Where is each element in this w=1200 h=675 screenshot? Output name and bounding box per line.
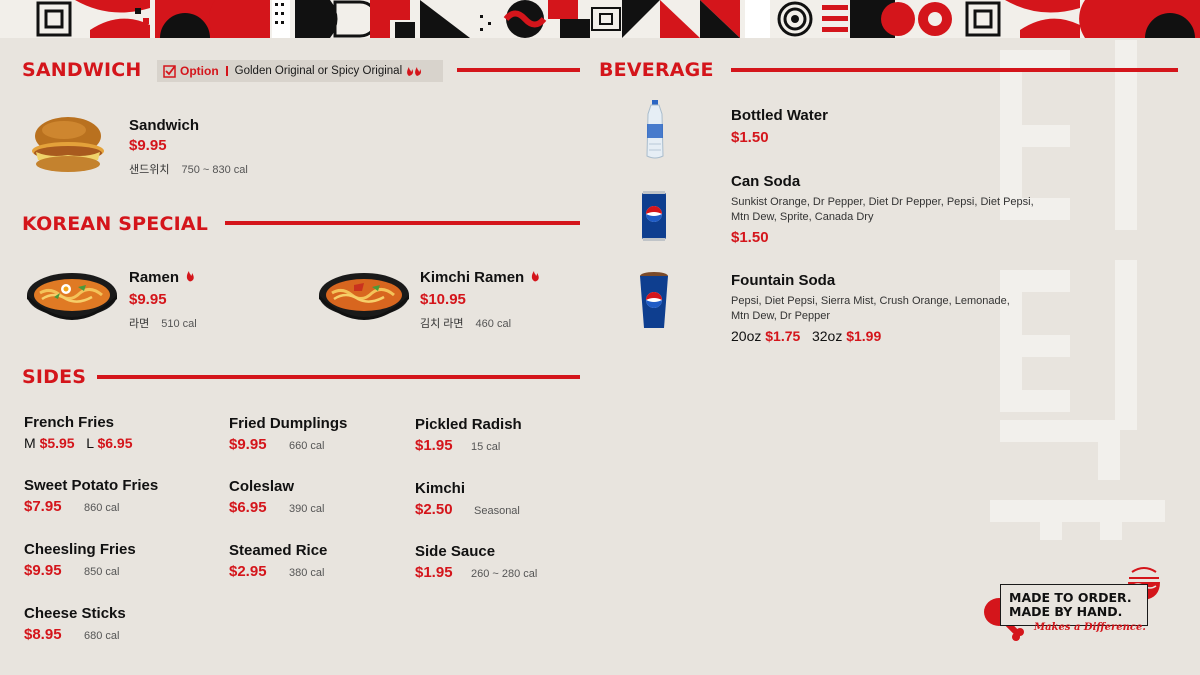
kimchi-ramen-calories: 460 cal xyxy=(475,318,512,330)
side-item-calories: Seasonal xyxy=(474,505,520,517)
side-item-price: $2.50 xyxy=(415,501,453,518)
side-item-name: Coleslaw xyxy=(229,478,295,495)
badge-tagline: Makes a Difference. xyxy=(1034,622,1146,633)
side-item-calories: 850 cal xyxy=(84,566,120,578)
side-item-price: $1.95 xyxy=(415,564,453,581)
double-flame-icon xyxy=(407,67,422,76)
badge-line-2: MADE BY HAND. xyxy=(1009,604,1123,619)
fountain-cup-image xyxy=(640,272,668,328)
option-separator xyxy=(225,66,228,76)
sandwich-option-box: Option Golden Original or Spicy Original xyxy=(157,60,443,82)
side-item-name: Cheese Sticks xyxy=(24,605,126,622)
ramen-korean-name: 라면 xyxy=(129,318,150,330)
side-item-name: Fried Dumplings xyxy=(229,415,348,432)
side-item-name: Side Sauce xyxy=(415,543,496,560)
beverage-item-name: Bottled Water xyxy=(731,107,828,124)
ramen-item-sub: 라면 510 cal xyxy=(129,315,197,331)
sandwich-section-rule xyxy=(457,68,580,72)
sandwich-calories: 750 ~ 830 cal xyxy=(181,164,248,176)
decorative-top-banner xyxy=(0,0,1200,38)
flame-icon xyxy=(187,271,194,282)
sides-section-title: SIDES xyxy=(22,366,87,388)
sandwich-image xyxy=(32,117,104,172)
side-item-calories: 680 cal xyxy=(84,630,120,642)
side-item-calories: 260 ~ 280 cal xyxy=(471,568,538,580)
ramen-item-price: $9.95 xyxy=(129,291,167,308)
side-item-price: $7.95 xyxy=(24,498,62,515)
side-item-price: $9.95 xyxy=(229,436,267,453)
beverage-section-rule xyxy=(731,68,1178,72)
side-item-price: $8.95 xyxy=(24,626,62,643)
made-to-order-badge: MADE TO ORDER. MADE BY HAND. Makes a Dif… xyxy=(982,566,1182,646)
side-item-name: Steamed Rice xyxy=(229,542,328,559)
option-text: Golden Original or Spicy Original xyxy=(234,65,403,77)
beverage-item-description: Sunkist Orange, Dr Pepper, Diet Dr Peppe… xyxy=(731,196,1034,223)
badge-line-1: MADE TO ORDER. xyxy=(1009,590,1132,605)
ramen-image xyxy=(27,273,117,320)
sandwich-item-price: $9.95 xyxy=(129,137,167,154)
side-item-name: Sweet Potato Fries xyxy=(24,477,159,494)
side-item-name: Cheesling Fries xyxy=(24,541,136,558)
kimchi-ramen-image xyxy=(319,273,409,320)
pepsi-can-image xyxy=(642,191,666,241)
badge-text-box: MADE TO ORDER. MADE BY HAND. xyxy=(1000,584,1148,626)
beverage-item-name: Can Soda xyxy=(731,173,801,190)
fountain-soda-sizes: 20oz $1.75 32oz $1.99 xyxy=(731,328,882,344)
side-item-calories: 660 cal xyxy=(289,440,325,452)
sandwich-item-sub: 샌드위치 750 ~ 830 cal xyxy=(129,161,248,177)
korean-special-section-title: KOREAN SPECIAL xyxy=(22,213,209,235)
checkbox-icon xyxy=(163,64,176,78)
side-item-name: French Fries xyxy=(24,414,115,431)
korean-special-section-rule xyxy=(225,221,580,225)
beverage-item-description: Pepsi, Diet Pepsi, Sierra Mist, Crush Or… xyxy=(731,295,1010,322)
french-fries-sizes: M $5.95 L $6.95 xyxy=(24,435,133,451)
side-item-calories: 15 cal xyxy=(471,441,501,453)
side-item-price: $6.95 xyxy=(229,499,267,516)
sandwich-korean-name: 샌드위치 xyxy=(129,164,170,176)
beverage-item-price: $1.50 xyxy=(731,229,769,246)
kimchi-ramen-item-price: $10.95 xyxy=(420,291,466,308)
sandwich-item-name: Sandwich xyxy=(129,117,200,134)
option-label: Option xyxy=(180,64,219,78)
side-item-name: Kimchi xyxy=(415,480,466,497)
sides-section-rule xyxy=(97,375,580,379)
kimchi-ramen-item-name: Kimchi Ramen xyxy=(420,269,540,286)
beverage-item-price: $1.50 xyxy=(731,129,769,146)
side-item-calories: 390 cal xyxy=(289,503,325,515)
ramen-calories: 510 cal xyxy=(161,318,197,330)
side-item-name: Pickled Radish xyxy=(415,416,522,433)
side-item-price: $2.95 xyxy=(229,563,267,580)
background-hangul-decoration xyxy=(990,40,1165,540)
kimchi-ramen-item-sub: 김치 라면 460 cal xyxy=(420,315,511,331)
beverage-section-title: BEVERAGE xyxy=(599,59,714,81)
side-item-price: $9.95 xyxy=(24,562,62,579)
ramen-item-name: Ramen xyxy=(129,269,195,286)
sandwich-section-title: SANDWICH xyxy=(22,59,142,81)
kimchi-ramen-korean-name: 김치 라면 xyxy=(420,318,464,330)
flame-icon xyxy=(532,271,540,282)
side-item-calories: 860 cal xyxy=(84,502,120,514)
side-item-calories: 380 cal xyxy=(289,567,325,579)
side-item-price: $1.95 xyxy=(415,437,453,454)
water-bottle-image xyxy=(646,100,664,159)
beverage-item-name: Fountain Soda xyxy=(731,272,836,289)
